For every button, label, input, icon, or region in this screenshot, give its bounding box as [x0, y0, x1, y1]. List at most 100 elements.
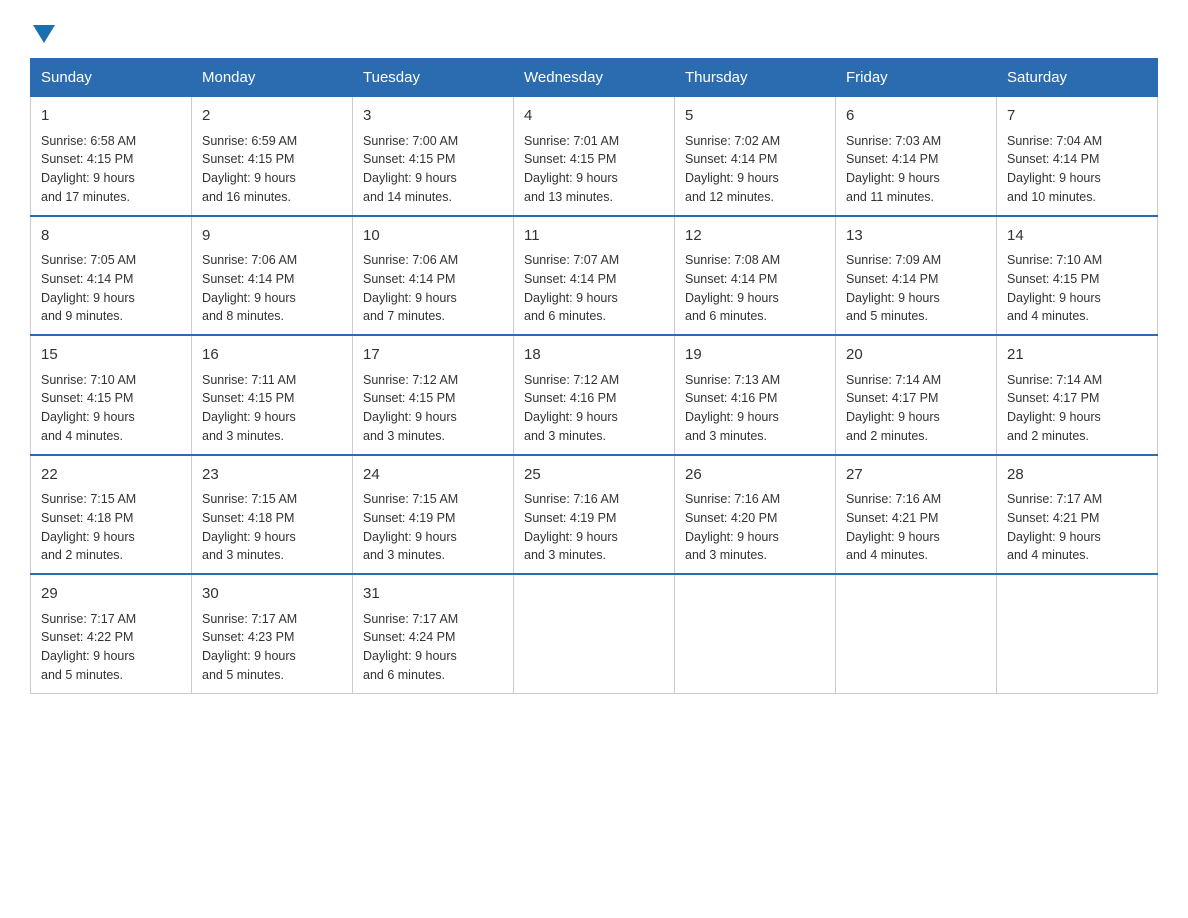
calendar-table: SundayMondayTuesdayWednesdayThursdayFrid…	[30, 58, 1158, 694]
calendar-cell: 11 Sunrise: 7:07 AMSunset: 4:14 PMDayligh…	[514, 216, 675, 336]
calendar-cell: 10 Sunrise: 7:06 AMSunset: 4:14 PMDayligh…	[353, 216, 514, 336]
day-number: 8	[41, 225, 181, 248]
calendar-cell	[997, 574, 1158, 693]
calendar-cell: 12 Sunrise: 7:08 AMSunset: 4:14 PMDayligh…	[675, 216, 836, 336]
day-info: Sunrise: 7:12 AMSunset: 4:16 PMDaylight:…	[524, 371, 664, 446]
day-number: 24	[363, 464, 503, 487]
calendar-cell: 18 Sunrise: 7:12 AMSunset: 4:16 PMDayligh…	[514, 335, 675, 455]
calendar-cell: 22 Sunrise: 7:15 AMSunset: 4:18 PMDayligh…	[31, 455, 192, 575]
day-info: Sunrise: 7:04 AMSunset: 4:14 PMDaylight:…	[1007, 132, 1147, 207]
day-number: 22	[41, 464, 181, 487]
day-info: Sunrise: 7:10 AMSunset: 4:15 PMDaylight:…	[1007, 251, 1147, 326]
calendar-cell: 19 Sunrise: 7:13 AMSunset: 4:16 PMDayligh…	[675, 335, 836, 455]
day-number: 25	[524, 464, 664, 487]
calendar-cell: 24 Sunrise: 7:15 AMSunset: 4:19 PMDayligh…	[353, 455, 514, 575]
day-number: 4	[524, 105, 664, 128]
calendar-cell: 9 Sunrise: 7:06 AMSunset: 4:14 PMDaylight…	[192, 216, 353, 336]
day-info: Sunrise: 7:06 AMSunset: 4:14 PMDaylight:…	[202, 251, 342, 326]
calendar-cell: 1 Sunrise: 6:58 AMSunset: 4:15 PMDaylight…	[31, 97, 192, 216]
day-number: 11	[524, 225, 664, 248]
day-info: Sunrise: 7:17 AMSunset: 4:22 PMDaylight:…	[41, 610, 181, 685]
calendar-week-row: 29 Sunrise: 7:17 AMSunset: 4:22 PMDayligh…	[31, 574, 1158, 693]
day-info: Sunrise: 6:59 AMSunset: 4:15 PMDaylight:…	[202, 132, 342, 207]
day-number: 7	[1007, 105, 1147, 128]
day-number: 19	[685, 344, 825, 367]
day-number: 2	[202, 105, 342, 128]
day-info: Sunrise: 7:16 AMSunset: 4:20 PMDaylight:…	[685, 490, 825, 565]
header-sunday: Sunday	[31, 59, 192, 97]
calendar-week-row: 1 Sunrise: 6:58 AMSunset: 4:15 PMDaylight…	[31, 97, 1158, 216]
day-number: 13	[846, 225, 986, 248]
logo	[30, 20, 55, 48]
calendar-cell: 8 Sunrise: 7:05 AMSunset: 4:14 PMDaylight…	[31, 216, 192, 336]
day-number: 29	[41, 583, 181, 606]
day-info: Sunrise: 7:08 AMSunset: 4:14 PMDaylight:…	[685, 251, 825, 326]
day-info: Sunrise: 7:12 AMSunset: 4:15 PMDaylight:…	[363, 371, 503, 446]
calendar-cell: 21Sunrise: 7:14 AMSunset: 4:17 PMDayligh…	[997, 335, 1158, 455]
day-number: 14	[1007, 225, 1147, 248]
header-saturday: Saturday	[997, 59, 1158, 97]
header-friday: Friday	[836, 59, 997, 97]
day-info: Sunrise: 7:16 AMSunset: 4:21 PMDaylight:…	[846, 490, 986, 565]
day-number: 31	[363, 583, 503, 606]
calendar-cell	[514, 574, 675, 693]
day-info: Sunrise: 7:14 AMSunset: 4:17 PMDaylight:…	[846, 371, 986, 446]
header-monday: Monday	[192, 59, 353, 97]
calendar-week-row: 15Sunrise: 7:10 AMSunset: 4:15 PMDayligh…	[31, 335, 1158, 455]
day-number: 15	[41, 344, 181, 367]
calendar-cell: 30 Sunrise: 7:17 AMSunset: 4:23 PMDayligh…	[192, 574, 353, 693]
day-info: Sunrise: 7:15 AMSunset: 4:19 PMDaylight:…	[363, 490, 503, 565]
day-number: 5	[685, 105, 825, 128]
calendar-cell: 17 Sunrise: 7:12 AMSunset: 4:15 PMDayligh…	[353, 335, 514, 455]
day-info: Sunrise: 6:58 AMSunset: 4:15 PMDaylight:…	[41, 132, 181, 207]
calendar-cell: 16Sunrise: 7:11 AMSunset: 4:15 PMDayligh…	[192, 335, 353, 455]
day-number: 16	[202, 344, 342, 367]
day-info: Sunrise: 7:17 AMSunset: 4:21 PMDaylight:…	[1007, 490, 1147, 565]
calendar-cell: 2 Sunrise: 6:59 AMSunset: 4:15 PMDaylight…	[192, 97, 353, 216]
day-info: Sunrise: 7:17 AMSunset: 4:23 PMDaylight:…	[202, 610, 342, 685]
day-number: 3	[363, 105, 503, 128]
calendar-cell: 7 Sunrise: 7:04 AMSunset: 4:14 PMDaylight…	[997, 97, 1158, 216]
calendar-header-row: SundayMondayTuesdayWednesdayThursdayFrid…	[31, 59, 1158, 97]
calendar-week-row: 22 Sunrise: 7:15 AMSunset: 4:18 PMDayligh…	[31, 455, 1158, 575]
calendar-cell: 27 Sunrise: 7:16 AMSunset: 4:21 PMDayligh…	[836, 455, 997, 575]
day-info: Sunrise: 7:09 AMSunset: 4:14 PMDaylight:…	[846, 251, 986, 326]
day-number: 6	[846, 105, 986, 128]
calendar-cell: 31 Sunrise: 7:17 AMSunset: 4:24 PMDayligh…	[353, 574, 514, 693]
day-info: Sunrise: 7:17 AMSunset: 4:24 PMDaylight:…	[363, 610, 503, 685]
day-info: Sunrise: 7:13 AMSunset: 4:16 PMDaylight:…	[685, 371, 825, 446]
day-number: 17	[363, 344, 503, 367]
day-number: 28	[1007, 464, 1147, 487]
calendar-cell: 26Sunrise: 7:16 AMSunset: 4:20 PMDayligh…	[675, 455, 836, 575]
calendar-cell: 14 Sunrise: 7:10 AMSunset: 4:15 PMDayligh…	[997, 216, 1158, 336]
day-number: 18	[524, 344, 664, 367]
day-number: 12	[685, 225, 825, 248]
day-info: Sunrise: 7:07 AMSunset: 4:14 PMDaylight:…	[524, 251, 664, 326]
calendar-week-row: 8 Sunrise: 7:05 AMSunset: 4:14 PMDaylight…	[31, 216, 1158, 336]
calendar-cell: 28 Sunrise: 7:17 AMSunset: 4:21 PMDayligh…	[997, 455, 1158, 575]
calendar-cell	[675, 574, 836, 693]
page-header	[30, 20, 1158, 48]
day-number: 27	[846, 464, 986, 487]
day-number: 20	[846, 344, 986, 367]
calendar-cell: 3Sunrise: 7:00 AMSunset: 4:15 PMDaylight…	[353, 97, 514, 216]
calendar-cell: 29 Sunrise: 7:17 AMSunset: 4:22 PMDayligh…	[31, 574, 192, 693]
day-info: Sunrise: 7:02 AMSunset: 4:14 PMDaylight:…	[685, 132, 825, 207]
day-info: Sunrise: 7:06 AMSunset: 4:14 PMDaylight:…	[363, 251, 503, 326]
day-info: Sunrise: 7:05 AMSunset: 4:14 PMDaylight:…	[41, 251, 181, 326]
day-number: 1	[41, 105, 181, 128]
day-info: Sunrise: 7:14 AMSunset: 4:17 PMDaylight:…	[1007, 371, 1147, 446]
day-number: 10	[363, 225, 503, 248]
day-info: Sunrise: 7:16 AMSunset: 4:19 PMDaylight:…	[524, 490, 664, 565]
calendar-cell: 13 Sunrise: 7:09 AMSunset: 4:14 PMDayligh…	[836, 216, 997, 336]
calendar-cell: 15Sunrise: 7:10 AMSunset: 4:15 PMDayligh…	[31, 335, 192, 455]
day-info: Sunrise: 7:15 AMSunset: 4:18 PMDaylight:…	[202, 490, 342, 565]
calendar-cell: 6 Sunrise: 7:03 AMSunset: 4:14 PMDaylight…	[836, 97, 997, 216]
calendar-cell: 5 Sunrise: 7:02 AMSunset: 4:14 PMDaylight…	[675, 97, 836, 216]
day-number: 9	[202, 225, 342, 248]
day-info: Sunrise: 7:15 AMSunset: 4:18 PMDaylight:…	[41, 490, 181, 565]
calendar-cell: 25 Sunrise: 7:16 AMSunset: 4:19 PMDayligh…	[514, 455, 675, 575]
day-info: Sunrise: 7:03 AMSunset: 4:14 PMDaylight:…	[846, 132, 986, 207]
day-number: 30	[202, 583, 342, 606]
header-tuesday: Tuesday	[353, 59, 514, 97]
